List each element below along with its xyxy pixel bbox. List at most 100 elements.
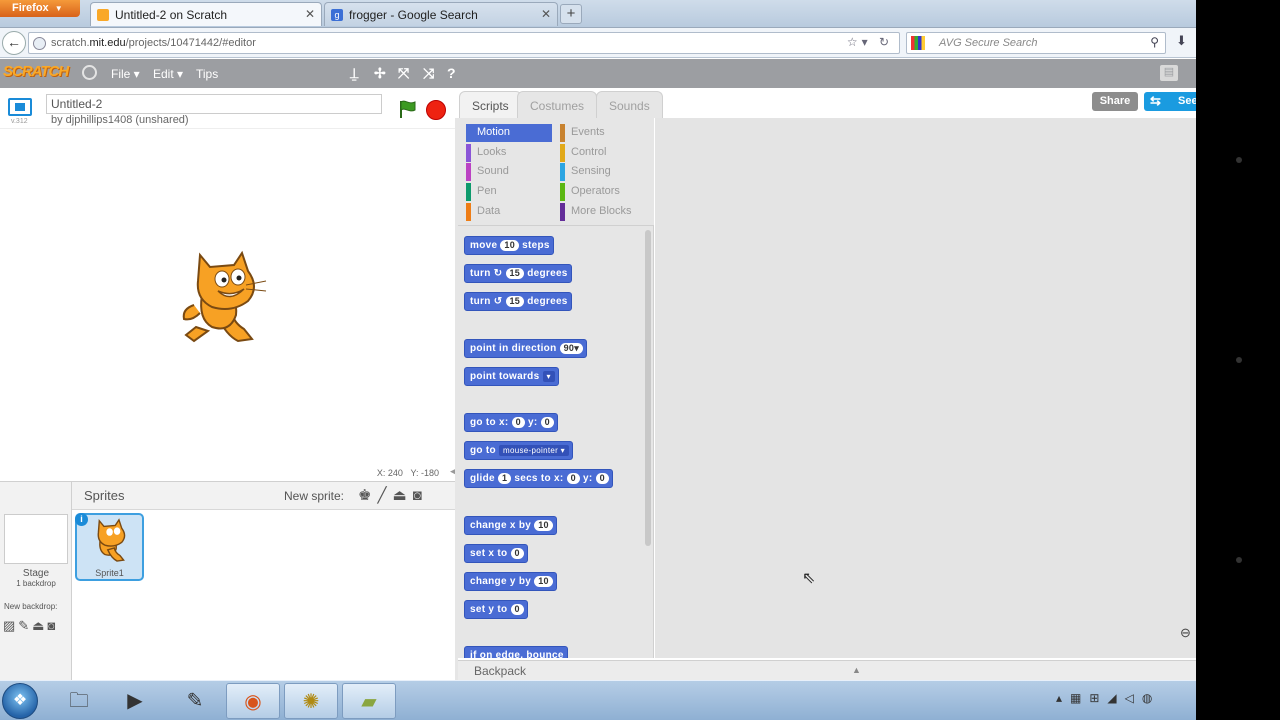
new-backdrop-icons[interactable]: ▨✎⏏◙ — [3, 618, 58, 634]
block-set-y[interactable]: set y to 0 — [464, 600, 528, 619]
backpack-bar[interactable]: Backpack ▲ — [458, 660, 1196, 680]
url-bar[interactable]: scratch.mit.edu/projects/10471442/#edito… — [28, 32, 900, 54]
chevron-up-icon: ▲ — [852, 665, 861, 675]
windows-taskbar: ❖ 🗀 ▶ ✎ ◉ ✺ ▰ ▴▦⊞◢◁◍ — [0, 680, 1196, 720]
system-tray-icons[interactable]: ▴▦⊞◢◁◍ — [1056, 691, 1160, 705]
windows-start-icon[interactable]: ❖ — [2, 683, 38, 719]
stage-thumbnail[interactable] — [4, 514, 68, 564]
screen: Firefox ▼ Untitled-2 on Scratch ✕ g frogg… — [0, 0, 1196, 720]
stop-icon[interactable] — [426, 100, 446, 120]
category-operators[interactable]: Operators — [560, 183, 646, 201]
category-sensing[interactable]: Sensing — [560, 163, 646, 181]
smart-notebook-icon[interactable]: ✺ — [284, 683, 338, 719]
shrink-icon[interactable]: ⤨ — [423, 65, 434, 82]
browser-nav-bar: ← scratch.mit.edu/projects/10471442/#edi… — [0, 28, 1196, 58]
help-icon[interactable]: ? — [447, 65, 456, 81]
green-flag-icon[interactable] — [397, 100, 417, 118]
firefox-menu-button[interactable]: Firefox ▼ — [0, 0, 80, 17]
globe-icon — [33, 37, 46, 50]
tab-scripts[interactable]: Scripts — [459, 91, 522, 118]
close-icon[interactable]: ✕ — [541, 7, 551, 21]
sprite-thumbnail[interactable]: i Sprite1 — [75, 513, 144, 581]
search-icon[interactable]: ⚲ — [1150, 35, 1159, 49]
x-label: X: — [376, 468, 386, 478]
project-byline: by djphillips1408 (unshared) — [51, 114, 189, 126]
block-turn-right[interactable]: turn ↻ 15 degrees — [464, 264, 572, 283]
category-more-blocks[interactable]: More Blocks — [560, 203, 646, 221]
explorer-icon[interactable]: 🗀 — [52, 683, 106, 719]
tab-scratch[interactable]: Untitled-2 on Scratch ✕ — [90, 2, 322, 26]
stage-header: v.312 by djphillips1408 (unshared) — [0, 88, 455, 128]
category-events[interactable]: Events — [560, 124, 646, 142]
download-icon[interactable]: ⬇ — [1176, 33, 1187, 49]
scratch-favicon-icon — [97, 9, 109, 21]
language-globe-icon[interactable] — [82, 65, 97, 80]
category-looks[interactable]: Looks — [466, 144, 552, 162]
block-move-steps[interactable]: move 10 steps — [464, 236, 554, 255]
new-sprite-icons[interactable]: ♚╱⏏◙ — [358, 486, 428, 504]
block-point-towards[interactable]: point towards ▾ — [464, 367, 559, 386]
see-label: See — [1178, 95, 1196, 107]
block-go-to-xy[interactable]: go to x: 0 y: 0 — [464, 413, 559, 432]
backpack-label: Backpack — [474, 664, 527, 678]
y-label: Y: — [410, 468, 419, 478]
stage-canvas[interactable] — [0, 128, 455, 465]
new-tab-button[interactable]: + — [560, 4, 582, 24]
search-placeholder: AVG Secure Search — [939, 37, 1038, 49]
stage-column: Stage 1 backdrop New backdrop: ▨✎⏏◙ — [0, 482, 72, 681]
paint-icon[interactable]: ✎ — [168, 683, 222, 719]
block-glide[interactable]: glide 1 secs to x: 0 y: 0 — [464, 469, 613, 488]
category-pen[interactable]: Pen — [466, 183, 552, 201]
block-set-x[interactable]: set x to 0 — [464, 544, 528, 563]
block-bounce[interactable]: if on edge, bounce — [464, 646, 568, 658]
info-icon[interactable]: i — [75, 513, 88, 526]
see-project-page-button[interactable]: ⇆ See — [1144, 92, 1196, 111]
duplicate-icon[interactable]: ⍊ — [350, 65, 358, 82]
firefox-taskbar-icon[interactable]: ◉ — [226, 683, 280, 719]
close-icon[interactable]: ✕ — [305, 7, 315, 21]
block-change-x[interactable]: change x by 10 — [464, 516, 557, 535]
dot — [1236, 357, 1242, 363]
category-motion[interactable]: Motion — [466, 124, 552, 142]
block-change-y[interactable]: change y by 10 — [464, 572, 557, 591]
fullscreen-icon[interactable] — [8, 98, 32, 116]
block-go-to[interactable]: go to mouse-pointer ▾ — [464, 441, 573, 460]
remix-arrows-icon: ⇆ — [1150, 93, 1161, 108]
zoom-out-icon[interactable]: ⊖ — [1180, 625, 1191, 641]
menu-edit[interactable]: Edit ▾ — [153, 67, 183, 81]
category-control[interactable]: Control — [560, 144, 646, 162]
category-list: Motion Looks Sound Pen Data Events Contr… — [458, 118, 654, 226]
app-taskbar-icon[interactable]: ▰ — [342, 683, 396, 719]
media-player-icon[interactable]: ▶ — [108, 683, 162, 719]
back-button[interactable]: ← — [2, 31, 26, 55]
cat-thumbnail-icon — [97, 518, 126, 562]
cut-icon[interactable]: ✢ — [374, 65, 386, 82]
palette-scrollbar[interactable] — [645, 230, 651, 546]
script-area[interactable] — [655, 118, 1196, 658]
tab-costumes[interactable]: Costumes — [517, 91, 598, 118]
y-value: -180 — [420, 468, 439, 478]
tab-google[interactable]: g frogger - Google Search ✕ — [324, 2, 558, 26]
tab-title: frogger - Google Search — [349, 8, 478, 22]
sprites-title: Sprites — [84, 488, 125, 503]
share-button[interactable]: Share — [1092, 92, 1138, 111]
scratch-logo[interactable]: SCRATCH — [3, 63, 69, 82]
folder-icon[interactable]: ▤ — [1160, 65, 1178, 81]
category-data[interactable]: Data — [466, 203, 552, 221]
category-sound[interactable]: Sound — [466, 163, 552, 181]
google-favicon-icon: g — [331, 9, 343, 21]
menu-file[interactable]: File ▾ — [111, 67, 140, 81]
block-point-in-direction[interactable]: point in direction 90▾ — [464, 339, 588, 358]
menu-tips[interactable]: Tips — [196, 67, 218, 81]
grow-icon[interactable]: ⤧ — [398, 65, 409, 82]
cat-sprite[interactable] — [178, 247, 272, 345]
bookmark-reload-icons[interactable]: ☆▾ ↻ — [847, 35, 893, 49]
dot — [1236, 557, 1242, 563]
tab-sounds[interactable]: Sounds — [596, 91, 663, 118]
avg-logo-icon — [911, 36, 925, 50]
search-bar[interactable]: AVG Secure Search ⚲ — [906, 32, 1166, 54]
stage-backdrop-count: 1 backdrop — [16, 579, 56, 588]
block-turn-left[interactable]: turn ↺ 15 degrees — [464, 292, 572, 311]
project-title-input[interactable] — [46, 94, 382, 114]
version-label: v.312 — [11, 118, 28, 125]
